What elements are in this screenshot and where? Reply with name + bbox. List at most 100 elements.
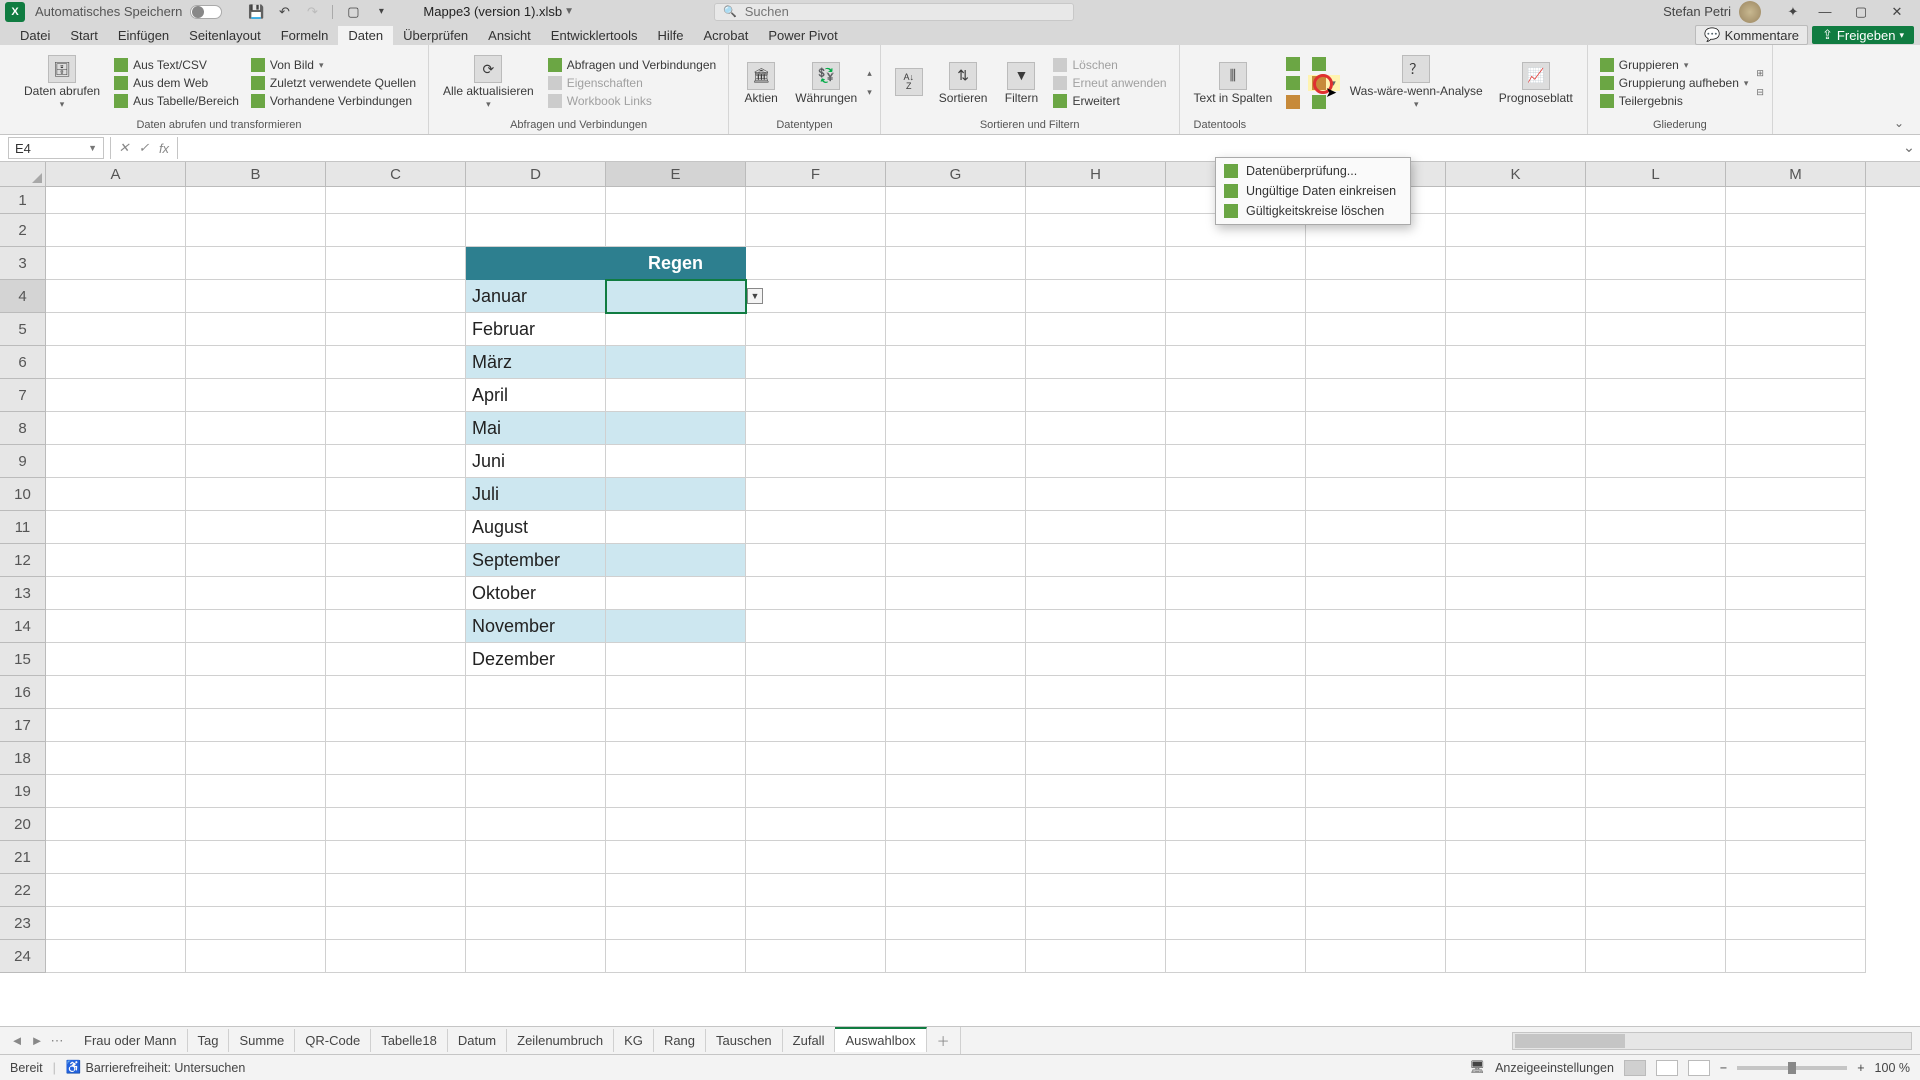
tab-hilfe[interactable]: Hilfe: [648, 26, 694, 45]
cell-L17[interactable]: [1586, 709, 1726, 742]
cell-J18[interactable]: [1306, 742, 1446, 775]
cell-G13[interactable]: [886, 577, 1026, 610]
row-header[interactable]: 20: [0, 808, 46, 841]
cell-K17[interactable]: [1446, 709, 1586, 742]
cell-M20[interactable]: [1726, 808, 1866, 841]
cell-L11[interactable]: [1586, 511, 1726, 544]
cell-I8[interactable]: [1166, 412, 1306, 445]
row-header[interactable]: 3: [0, 247, 46, 280]
cell-K12[interactable]: [1446, 544, 1586, 577]
daten-abrufen-button[interactable]: 🗄 Daten abrufen ▾: [18, 52, 106, 114]
cell-K8[interactable]: [1446, 412, 1586, 445]
cell-C13[interactable]: [326, 577, 466, 610]
cell-M11[interactable]: [1726, 511, 1866, 544]
alle-aktualisieren-button[interactable]: ⟳ Alle aktualisieren ▾: [437, 52, 540, 114]
cell-H3[interactable]: [1026, 247, 1166, 280]
cell-G18[interactable]: [886, 742, 1026, 775]
cell-F3[interactable]: [746, 247, 886, 280]
table-month-cell[interactable]: Juli: [466, 478, 606, 511]
cell-J5[interactable]: [1306, 313, 1446, 346]
column-header-C[interactable]: C: [326, 162, 466, 186]
cell-K7[interactable]: [1446, 379, 1586, 412]
cell-K5[interactable]: [1446, 313, 1586, 346]
cell-A11[interactable]: [46, 511, 186, 544]
teilergebnis-button[interactable]: Teilergebnis: [1596, 93, 1753, 109]
cell-C14[interactable]: [326, 610, 466, 643]
cell-H5[interactable]: [1026, 313, 1166, 346]
cell-I10[interactable]: [1166, 478, 1306, 511]
minimize-icon[interactable]: —: [1807, 0, 1843, 23]
cell-M14[interactable]: [1726, 610, 1866, 643]
scrollbar-thumb[interactable]: [1515, 1034, 1625, 1048]
cell-C19[interactable]: [326, 775, 466, 808]
cell-A16[interactable]: [46, 676, 186, 709]
cell-L20[interactable]: [1586, 808, 1726, 841]
cell-H15[interactable]: [1026, 643, 1166, 676]
cell-G3[interactable]: [886, 247, 1026, 280]
column-header-K[interactable]: K: [1446, 162, 1586, 186]
cell-B13[interactable]: [186, 577, 326, 610]
consolidate-button[interactable]: [1282, 94, 1304, 110]
cell-G19[interactable]: [886, 775, 1026, 808]
sheet-nav-next-icon[interactable]: ►: [28, 1033, 46, 1049]
qat-customize-icon[interactable]: ▾: [369, 2, 393, 22]
cell-J8[interactable]: [1306, 412, 1446, 445]
cell-A7[interactable]: [46, 379, 186, 412]
cell-C12[interactable]: [326, 544, 466, 577]
cell-M13[interactable]: [1726, 577, 1866, 610]
cell-L12[interactable]: [1586, 544, 1726, 577]
cell-M4[interactable]: [1726, 280, 1866, 313]
cell-B1[interactable]: [186, 187, 326, 214]
cell-B10[interactable]: [186, 478, 326, 511]
select-all-button[interactable]: [0, 162, 46, 186]
avatar[interactable]: [1739, 1, 1761, 23]
cell-C3[interactable]: [326, 247, 466, 280]
table-month-cell[interactable]: Februar: [466, 313, 606, 346]
cell-B18[interactable]: [186, 742, 326, 775]
cell-G2[interactable]: [886, 214, 1026, 247]
cell-I14[interactable]: [1166, 610, 1306, 643]
sheet-nav-prev-icon[interactable]: ◄: [8, 1033, 26, 1049]
tab-entwicklertools[interactable]: Entwicklertools: [541, 26, 648, 45]
cell-I18[interactable]: [1166, 742, 1306, 775]
cell-I16[interactable]: [1166, 676, 1306, 709]
cell-L22[interactable]: [1586, 874, 1726, 907]
cell-B7[interactable]: [186, 379, 326, 412]
cell-H10[interactable]: [1026, 478, 1166, 511]
cell-C22[interactable]: [326, 874, 466, 907]
cell-B5[interactable]: [186, 313, 326, 346]
von-bild-button[interactable]: Von Bild ▾: [247, 57, 420, 73]
table-month-cell[interactable]: August: [466, 511, 606, 544]
cell-M8[interactable]: [1726, 412, 1866, 445]
row-header[interactable]: 24: [0, 940, 46, 973]
cell-F14[interactable]: [746, 610, 886, 643]
cell-G20[interactable]: [886, 808, 1026, 841]
cell-I13[interactable]: [1166, 577, 1306, 610]
cell-C16[interactable]: [326, 676, 466, 709]
cell-A9[interactable]: [46, 445, 186, 478]
cell-L16[interactable]: [1586, 676, 1726, 709]
cell-A15[interactable]: [46, 643, 186, 676]
cell-H22[interactable]: [1026, 874, 1166, 907]
cell-A8[interactable]: [46, 412, 186, 445]
row-header[interactable]: 8: [0, 412, 46, 445]
cell-H1[interactable]: [1026, 187, 1166, 214]
cell-M2[interactable]: [1726, 214, 1866, 247]
cell-D21[interactable]: [466, 841, 606, 874]
cell-F21[interactable]: [746, 841, 886, 874]
cell-K23[interactable]: [1446, 907, 1586, 940]
cell-I11[interactable]: [1166, 511, 1306, 544]
cell-G17[interactable]: [886, 709, 1026, 742]
table-month-cell[interactable]: Dezember: [466, 643, 606, 676]
cell-F23[interactable]: [746, 907, 886, 940]
cell-L5[interactable]: [1586, 313, 1726, 346]
cell-D16[interactable]: [466, 676, 606, 709]
cell-A13[interactable]: [46, 577, 186, 610]
cell-L18[interactable]: [1586, 742, 1726, 775]
diamond-icon[interactable]: ✦: [1781, 2, 1805, 22]
cell-A22[interactable]: [46, 874, 186, 907]
cell-A5[interactable]: [46, 313, 186, 346]
cell-I22[interactable]: [1166, 874, 1306, 907]
cell-C7[interactable]: [326, 379, 466, 412]
cell-C9[interactable]: [326, 445, 466, 478]
